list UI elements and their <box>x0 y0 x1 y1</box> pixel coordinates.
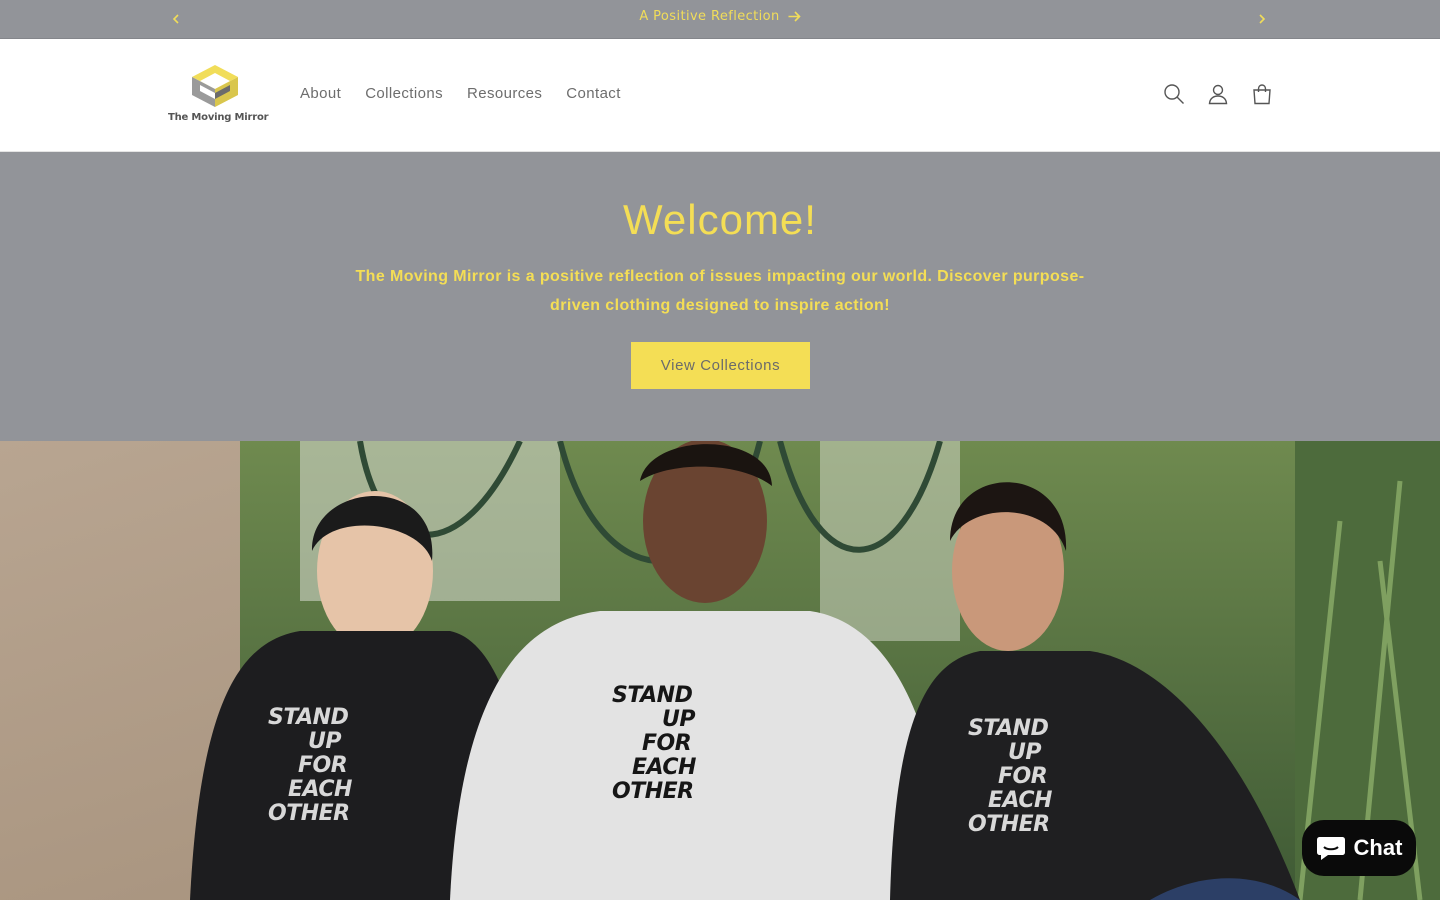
arrow-right-icon <box>788 11 801 22</box>
account-button[interactable] <box>1206 80 1230 108</box>
chat-label: Chat <box>1353 835 1403 860</box>
hoodie-line: UP <box>1008 740 1041 765</box>
hoodie-line: STAND <box>968 716 1049 741</box>
hoodie-line: OTHER <box>268 801 350 826</box>
hoodie-print-left: STAND UP FOR EACH OTHER <box>268 706 352 826</box>
menu-item-resources[interactable]: Resources <box>455 85 554 102</box>
hoodie-line: FOR <box>642 731 692 756</box>
chat-button[interactable]: Chat <box>1302 820 1416 876</box>
hoodie-line: UP <box>662 707 695 732</box>
hero-subtitle: The Moving Mirror is a positive reflecti… <box>355 268 1085 314</box>
chat-bubble-icon <box>1316 837 1345 860</box>
main-menu: About Collections Resources Contact <box>288 85 633 102</box>
announcement-link[interactable]: A Positive Reflection <box>639 9 801 24</box>
cart-icon <box>1253 84 1271 105</box>
hoodie-print-right: STAND UP FOR EACH OTHER <box>968 717 1052 837</box>
hoodie-line: EACH <box>288 777 352 802</box>
logo-mark-icon <box>192 65 238 107</box>
hoodie-line: OTHER <box>968 812 1050 837</box>
logo-text: The Moving Mirror <box>168 112 269 123</box>
site-header: The Moving Mirror About Collections Reso… <box>0 39 1440 152</box>
announcement-bar: A Positive Reflection <box>0 0 1440 39</box>
hoodie-line: FOR <box>998 764 1048 789</box>
hoodie-line: OTHER <box>612 779 694 804</box>
site-logo[interactable]: The Moving Mirror <box>168 65 269 127</box>
search-button[interactable] <box>1162 80 1186 108</box>
menu-item-contact[interactable]: Contact <box>554 85 633 102</box>
hero-photo: STAND UP FOR EACH OTHER STAND UP FOR EAC… <box>0 441 1440 900</box>
chevron-right-icon <box>1259 14 1266 24</box>
photo-scene <box>0 441 1440 900</box>
announcement-message: A Positive Reflection <box>0 9 1440 24</box>
view-collections-button[interactable]: View Collections <box>631 342 810 389</box>
header-icons <box>1162 80 1274 108</box>
cart-button[interactable] <box>1250 80 1274 108</box>
hoodie-line: EACH <box>988 788 1052 813</box>
announcement-next-button[interactable] <box>1252 9 1272 29</box>
account-icon <box>1208 84 1228 105</box>
hero-title: Welcome! <box>623 196 817 243</box>
search-icon <box>1164 84 1184 104</box>
announcement-text: A Positive Reflection <box>639 9 780 24</box>
hero-banner: Welcome! The Moving Mirror is a positive… <box>0 152 1440 441</box>
menu-item-collections[interactable]: Collections <box>353 85 455 102</box>
hoodie-line: EACH <box>632 755 696 780</box>
menu-item-about[interactable]: About <box>288 85 353 102</box>
hoodie-line: STAND <box>268 705 349 730</box>
hoodie-line: UP <box>308 729 341 754</box>
hoodie-line: STAND <box>612 683 693 708</box>
hoodie-print-middle: STAND UP FOR EACH OTHER <box>612 684 696 804</box>
hoodie-line: FOR <box>298 753 348 778</box>
